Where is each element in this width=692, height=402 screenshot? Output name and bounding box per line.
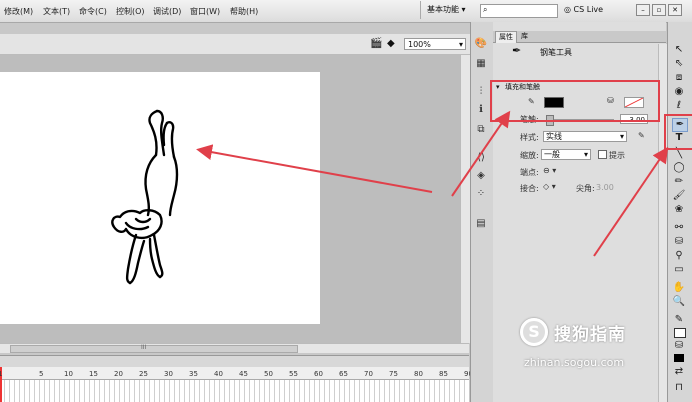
annotation-arrow bbox=[593, 146, 669, 257]
annotation-arrow bbox=[451, 110, 511, 197]
annotation-arrows bbox=[196, 110, 669, 257]
annotation-arrow bbox=[196, 144, 433, 193]
